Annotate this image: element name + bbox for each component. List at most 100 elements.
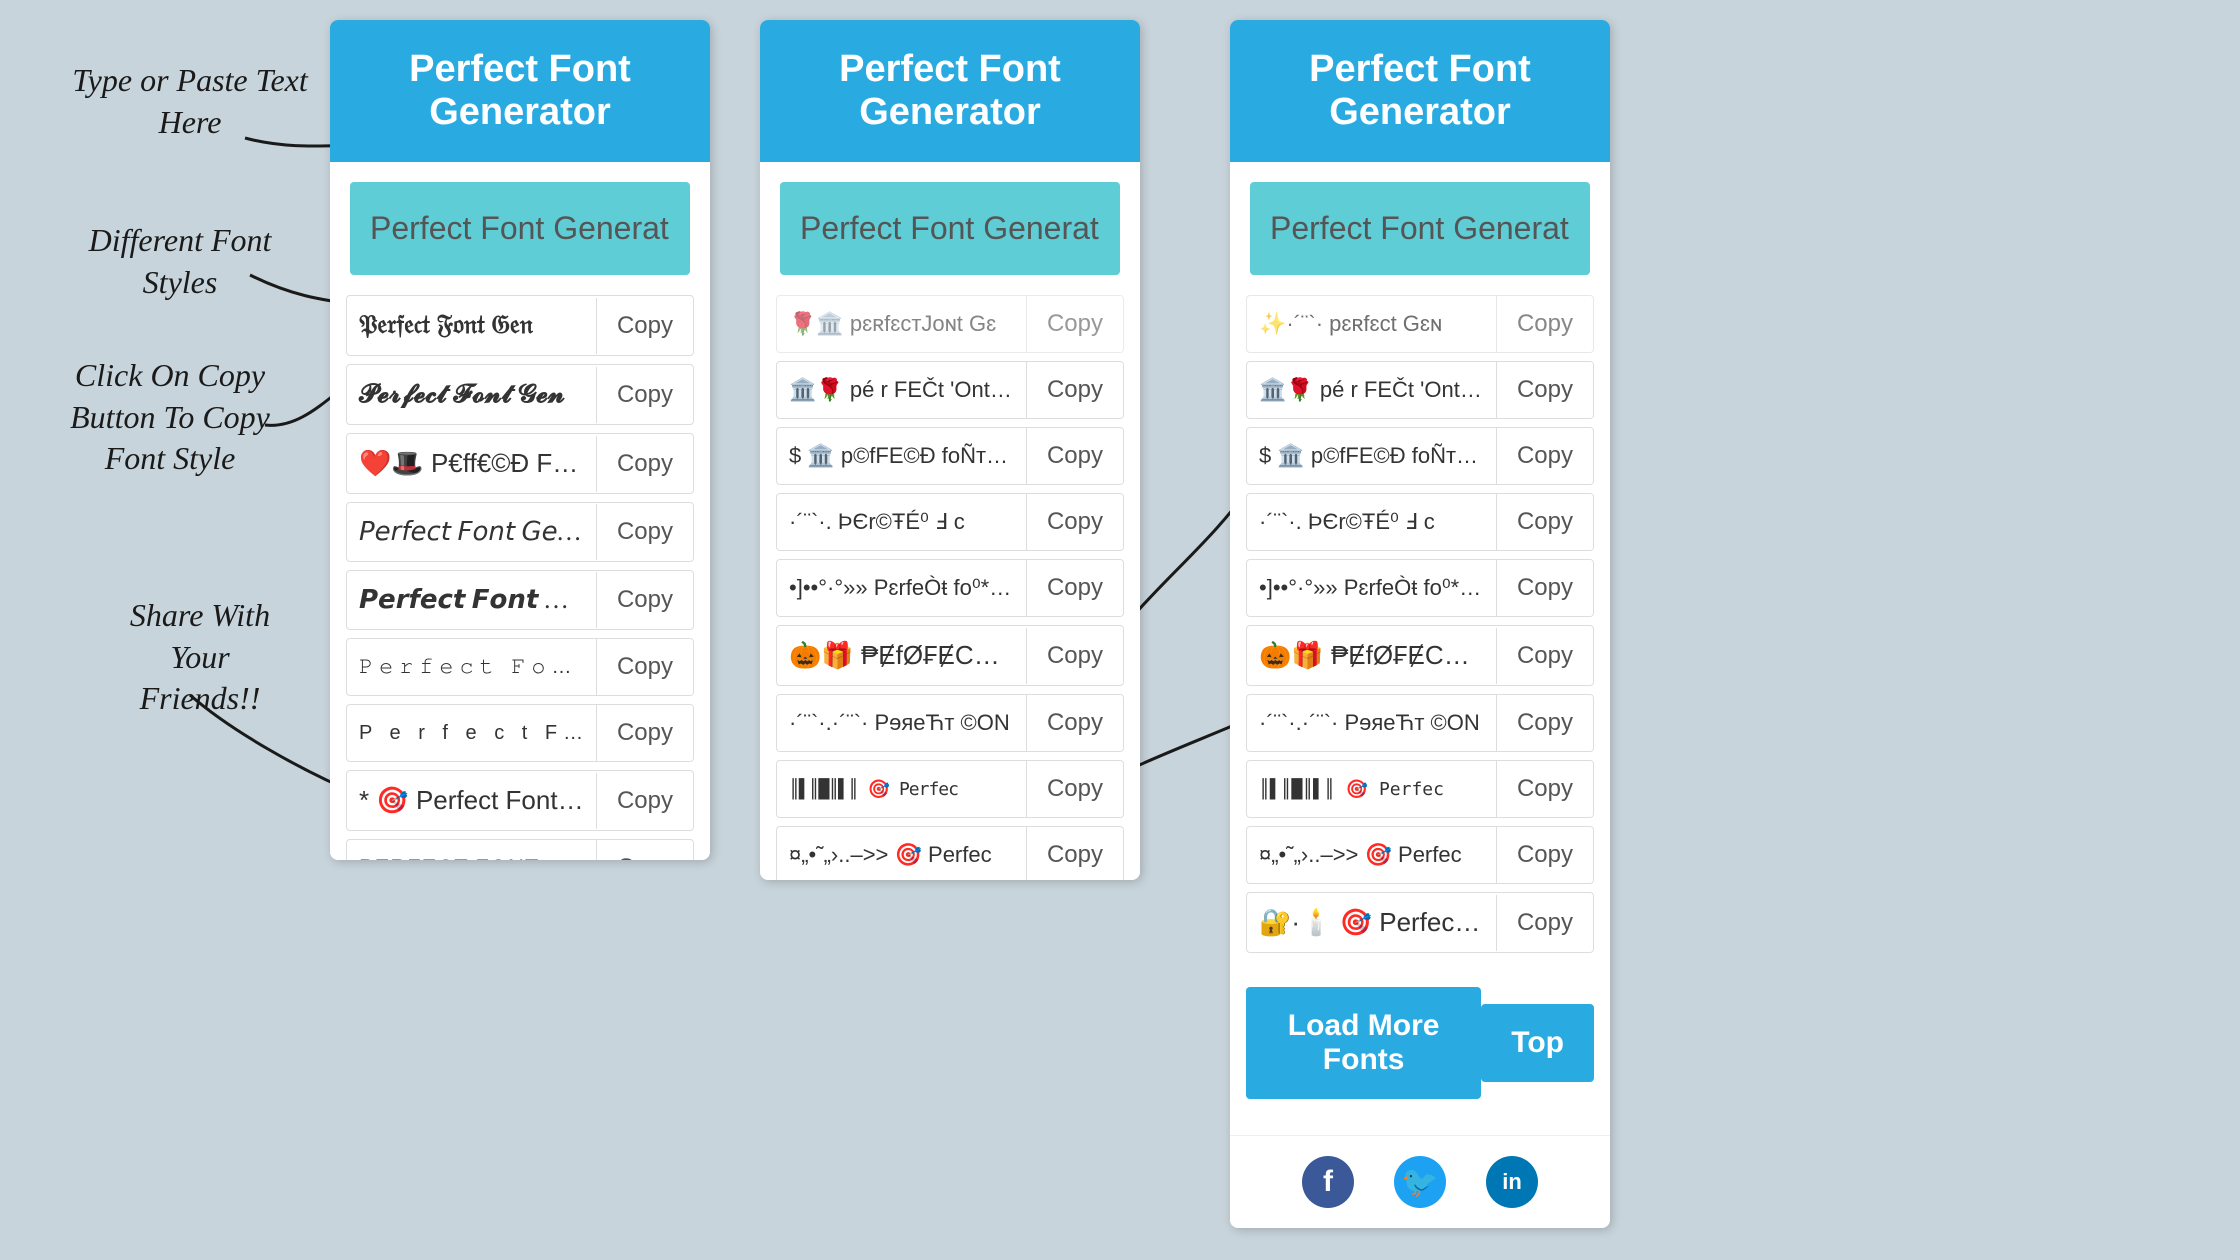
panel-right-bottom: Load More Fonts Top [1230, 961, 1610, 1125]
copy-button[interactable]: Copy [1026, 628, 1123, 684]
font-text: P e r f e c t F o n t [347, 708, 596, 759]
font-item: 🌹🏛️ pɛʀfɛcтJoɴt Gɛ Copy [776, 295, 1124, 353]
font-text: •]••°·°»» PɛrfeÒŧ fo⁰* gẹ© [777, 561, 1026, 615]
annotation-font-styles: Different FontStyles [40, 220, 320, 303]
copy-button[interactable]: Copy [1026, 560, 1123, 616]
font-text: 🌹🏛️ pɛʀfɛcтJoɴt Gɛ [777, 297, 1026, 351]
font-item: 𝙿𝚎𝚛𝚏𝚎𝚌𝚝 𝙵𝚘𝚗𝚝 Copy [346, 638, 694, 696]
font-text: 🔐·🕯️ 🎯 Perfect Fᴏ [1247, 893, 1496, 952]
linkedin-share-right[interactable]: in [1486, 1156, 1538, 1208]
copy-button[interactable]: Copy [1026, 362, 1123, 418]
copy-button[interactable]: Copy [596, 705, 693, 761]
font-item: ¤„•˜„›..–>> 🎯 Perfec Copy [776, 826, 1124, 880]
font-list-right: ✨·´¨`· pɛʀfɛct Gɛɴ Copy 🏛️🌹 pé r FEČt 'O… [1230, 295, 1610, 953]
font-list-2: 🌹🏛️ pɛʀfɛcтJoɴt Gɛ Copy 🏛️🌹 pé r FEČt 'O… [760, 295, 1140, 880]
phone-panel-right: Perfect Font Generator ✨·´¨`· pɛʀfɛct Gɛ… [1230, 20, 1610, 1228]
font-item: PERFECT FONT GENERATOR Copy [346, 839, 694, 860]
copy-button[interactable]: Copy [1496, 362, 1593, 418]
copy-button[interactable]: Copy [1026, 827, 1123, 880]
load-more-button-right[interactable]: Load More Fonts [1246, 987, 1481, 1099]
font-item: ║▌║█║▌║ 🎯 Perfec Copy [1246, 760, 1594, 818]
text-input[interactable] [350, 182, 690, 275]
font-item: ✨·´¨`· pɛʀfɛct Gɛɴ Copy [1246, 295, 1594, 353]
annotation-share-left: Share WithYourFriends!! [70, 595, 330, 720]
font-item: ·´¨`·. ÞЄr©ŦÉ⁰ Ⅎ c Copy [1246, 493, 1594, 551]
font-item: ║▌║█║▌║ 🎯 Perfec Copy [776, 760, 1124, 818]
copy-button[interactable]: Copy [1026, 296, 1123, 352]
font-text: ¤„•˜„›..–>> 🎯 Perfec [777, 828, 1026, 880]
font-item: ❤️🎩 P€ff€©Ð FØnÔ gɛ Copy [346, 433, 694, 494]
font-item: 𝓟𝓮𝓻𝓯𝓮𝓬𝓽 𝓕𝓸𝓷𝓽 𝓖𝓮𝓷 Copy [346, 364, 694, 425]
font-item: * 🎯 Perfect Fᴏnt Gen Copy [346, 770, 694, 831]
copy-button[interactable]: Copy [596, 572, 693, 628]
font-item: $ 🏛️ p©fFE©Ð foÑт ɢ₤l Copy [776, 427, 1124, 485]
facebook-icon-right: f [1323, 1165, 1333, 1199]
copy-button[interactable]: Copy [1026, 761, 1123, 817]
panel1-header: Perfect Font Generator [330, 20, 710, 162]
font-list-1: 𝔓𝔢𝔯𝔣𝔢𝔠𝔱 𝔉𝔬𝔫𝔱 𝔊𝔢𝔫 Copy 𝓟𝓮𝓻𝓯𝓮𝓬𝓽 𝓕𝓸𝓷𝓽 𝓖𝓮𝓷 C… [330, 295, 710, 860]
font-text: $ 🏛️ p©fFE©Ð foÑт ɢ₤l [777, 429, 1026, 483]
font-text: •]••°·°»» PɛrfeÒŧ fo⁰* gẹ© [1247, 561, 1496, 615]
font-text: 🏛️🌹 pé r FEČt 'Ont gEŃ [777, 363, 1026, 417]
copy-button[interactable]: Copy [1026, 695, 1123, 751]
font-item: ·´¨`·.·´¨`· PɘяeЋт ©ON Copy [1246, 694, 1594, 752]
font-text: 🏛️🌹 pé r FEČt 'Ont gEŃ [1247, 363, 1496, 417]
copy-button[interactable]: Copy [596, 298, 693, 354]
copy-button[interactable]: Copy [596, 436, 693, 492]
annotation-type-paste: Type or Paste TextHere [50, 60, 330, 143]
copy-button[interactable]: Copy [596, 367, 693, 423]
copy-button[interactable]: Copy [1496, 761, 1593, 817]
copy-button[interactable]: Copy [1496, 296, 1593, 352]
font-item: ¤„•˜„›..–>> 🎯 Perfec Copy [1246, 826, 1594, 884]
font-text: 𝓟𝓮𝓻𝓯𝓮𝓬𝓽 𝓕𝓸𝓷𝓽 𝓖𝓮𝓷 [347, 365, 596, 424]
font-item: 🏛️🌹 pé r FEČt 'Ont gEŃ Copy [776, 361, 1124, 419]
font-text: 𝙋𝙚𝙧𝙛𝙚𝙘𝙩 𝙁𝙤𝙣𝙩 𝙂𝙚𝙣𝙚𝙧𝙖𝙩𝙤 [347, 571, 596, 629]
copy-button[interactable]: Copy [1496, 494, 1593, 550]
font-text: 🎃🎁 ₱ɆfØ₣ɆCŦ fÔNт g [1247, 626, 1496, 685]
copy-button[interactable]: Copy [1026, 494, 1123, 550]
copy-button[interactable]: Copy [1496, 628, 1593, 684]
font-text: 🎃🎁 ₱ɆfØ₣ɆCŦ fÔNт g [777, 626, 1026, 685]
copy-button[interactable]: Copy [596, 840, 693, 860]
font-item: 🎃🎁 ₱ɆfØ₣ɆCŦ fÔNт g Copy [776, 625, 1124, 686]
font-item: $ 🏛️ p©fFE©Ð foÑт ɢ₤l Copy [1246, 427, 1594, 485]
panel2-header: Perfect Font Generator [760, 20, 1140, 162]
copy-button[interactable]: Copy [596, 504, 693, 560]
text-input-right[interactable] [1250, 182, 1590, 275]
font-text: ·´¨`·.·´¨`· PɘяeЋт ©ON [777, 696, 1026, 750]
linkedin-icon-right: in [1502, 1169, 1522, 1195]
copy-button[interactable]: Copy [1496, 428, 1593, 484]
font-item: 𝔓𝔢𝔯𝔣𝔢𝔠𝔱 𝔉𝔬𝔫𝔱 𝔊𝔢𝔫 Copy [346, 295, 694, 356]
phone-panel-1: Perfect Font Generator 𝔓𝔢𝔯𝔣𝔢𝔠𝔱 𝔉𝔬𝔫𝔱 𝔊𝔢𝔫 … [330, 20, 710, 860]
twitter-icon-right: 🐦 [1401, 1165, 1438, 1200]
font-item: 🔐·🕯️ 🎯 Perfect Fᴏ Copy [1246, 892, 1594, 953]
top-button-right[interactable]: Top [1481, 1004, 1594, 1082]
copy-button[interactable]: Copy [596, 773, 693, 829]
copy-button[interactable]: Copy [1496, 827, 1593, 883]
font-item: ·´¨`·. ÞЄr©ŦÉ⁰ Ⅎ c Copy [776, 493, 1124, 551]
font-text: ·´¨`·. ÞЄr©ŦÉ⁰ Ⅎ c [1247, 495, 1496, 549]
copy-button[interactable]: Copy [1496, 895, 1593, 951]
font-text: 𝘗𝘦𝘳𝘧𝘦𝘤𝘵 𝘍𝘰𝘯𝘵 𝘎𝘦𝘯𝘦𝘳𝘢𝘵 [347, 503, 596, 561]
font-text: ·´¨`·.·´¨`· PɘяeЋт ©ON [1247, 696, 1496, 750]
font-text: ·´¨`·. ÞЄr©ŦÉ⁰ Ⅎ c [777, 495, 1026, 549]
phone-panel-2: Perfect Font Generator 🌹🏛️ pɛʀfɛcтJoɴt G… [760, 20, 1140, 880]
font-text: $ 🏛️ p©fFE©Ð foÑт ɢ₤l [1247, 429, 1496, 483]
font-item: P e r f e c t F o n t Copy [346, 704, 694, 762]
twitter-share-right[interactable]: 🐦 [1394, 1156, 1446, 1208]
font-text: ✨·´¨`· pɛʀfɛct Gɛɴ [1247, 297, 1496, 351]
font-text: ║▌║█║▌║ 🎯 Perfec [1247, 765, 1496, 814]
social-bar-right: f 🐦 in [1230, 1135, 1610, 1228]
font-item: 🎃🎁 ₱ɆfØ₣ɆCŦ fÔNт g Copy [1246, 625, 1594, 686]
font-item: 🏛️🌹 pé r FEČt 'Ont gEŃ Copy [1246, 361, 1594, 419]
facebook-share-right[interactable]: f [1302, 1156, 1354, 1208]
copy-button[interactable]: Copy [1496, 695, 1593, 751]
font-item: 𝙋𝙚𝙧𝙛𝙚𝙘𝙩 𝙁𝙤𝙣𝙩 𝙂𝙚𝙣𝙚𝙧𝙖𝙩𝙤 Copy [346, 570, 694, 630]
copy-button[interactable]: Copy [1026, 428, 1123, 484]
font-text: PERFECT FONT GENERATOR [347, 841, 596, 860]
copy-button[interactable]: Copy [596, 639, 693, 695]
copy-button[interactable]: Copy [1496, 560, 1593, 616]
font-item: 𝘗𝘦𝘳𝘧𝘦𝘤𝘵 𝘍𝘰𝘯𝘵 𝘎𝘦𝘯𝘦𝘳𝘢𝘵 Copy [346, 502, 694, 562]
font-text: 𝙿𝚎𝚛𝚏𝚎𝚌𝚝 𝙵𝚘𝚗𝚝 [347, 642, 596, 693]
text-input-2[interactable] [780, 182, 1120, 275]
